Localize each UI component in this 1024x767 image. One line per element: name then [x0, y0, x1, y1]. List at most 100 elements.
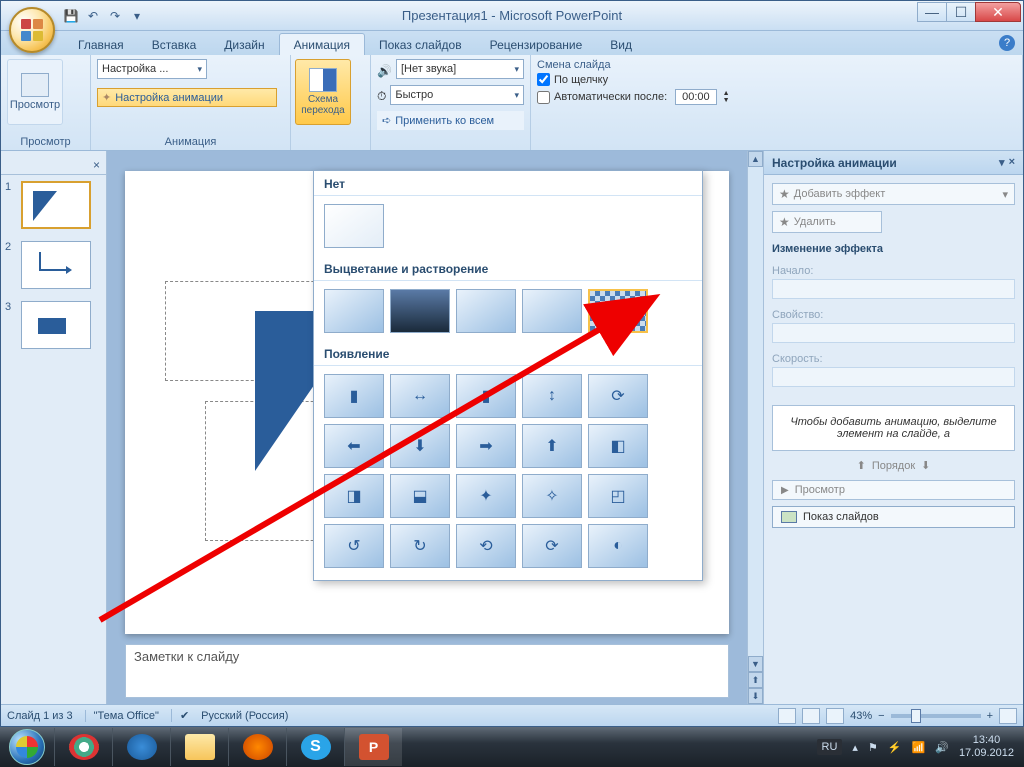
transition-item[interactable]: ⬆	[522, 424, 582, 468]
close-button[interactable]: ✕	[975, 2, 1021, 22]
zoom-slider[interactable]	[891, 714, 981, 718]
save-icon[interactable]: 💾	[61, 6, 81, 26]
tab-slideshow[interactable]: Показ слайдов	[365, 34, 476, 55]
qat-dropdown-icon[interactable]: ▾	[127, 6, 147, 26]
transition-fade-1[interactable]	[324, 289, 384, 333]
transition-item[interactable]: ⟳	[522, 524, 582, 568]
animation-combo-value: Настройка ...	[102, 63, 168, 75]
tab-home[interactable]: Главная	[64, 34, 138, 55]
transition-none[interactable]	[324, 204, 384, 248]
taskbar-ie[interactable]	[112, 728, 170, 766]
slide-thumbnail-2[interactable]: 2	[1, 235, 106, 295]
taskbar-chrome[interactable]	[54, 728, 112, 766]
on-click-checkbox[interactable]: По щелчку	[537, 73, 1016, 86]
slide-thumbnail-3[interactable]: 3	[1, 295, 106, 355]
transition-fade-2[interactable]	[390, 289, 450, 333]
start-combo[interactable]	[772, 279, 1015, 299]
transition-item[interactable]: ▮	[324, 374, 384, 418]
status-spellcheck-icon[interactable]: ✔	[171, 709, 189, 722]
next-slide-icon[interactable]: ⬇	[748, 688, 763, 704]
tray-volume-icon[interactable]: 🔊	[935, 741, 949, 754]
tray-clock[interactable]: 13:40 17.09.2012	[959, 734, 1014, 760]
thumbnail-pane-header: ×	[1, 155, 106, 175]
transition-item[interactable]: ↻	[390, 524, 450, 568]
transition-fade-3[interactable]	[456, 289, 516, 333]
status-language[interactable]: Русский (Россия)	[201, 710, 288, 722]
sound-combo[interactable]: [Нет звука]	[396, 59, 524, 79]
scroll-up-icon[interactable]: ▲	[748, 151, 763, 167]
taskbar-powerpoint[interactable]: P	[344, 728, 402, 766]
transition-fade-4[interactable]	[522, 289, 582, 333]
tab-design[interactable]: Дизайн	[210, 34, 278, 55]
scroll-down-icon[interactable]: ▼	[748, 656, 763, 672]
taskbar-explorer[interactable]	[170, 728, 228, 766]
gallery-section-fade: Выцветание и растворение	[314, 256, 702, 281]
auto-after-checkbox[interactable]: Автоматически после: 00:00 ▲▼	[537, 89, 1016, 105]
transition-item[interactable]: ◰	[588, 474, 648, 518]
transition-scheme-button[interactable]: Схема перехода	[295, 59, 351, 125]
slide-thumbnail-1[interactable]: 1	[1, 175, 106, 235]
start-button[interactable]	[0, 727, 54, 767]
tab-animation[interactable]: Анимация	[279, 33, 365, 55]
notes-pane[interactable]: Заметки к слайду	[125, 644, 729, 698]
remove-effect-button[interactable]: Удалить	[772, 211, 882, 233]
tray-language[interactable]: RU	[817, 739, 843, 755]
order-down-icon[interactable]: ⬇	[921, 459, 930, 472]
tab-review[interactable]: Рецензирование	[476, 34, 597, 55]
tray-network-icon[interactable]: 📶	[912, 741, 926, 754]
animation-combo[interactable]: Настройка ...	[97, 59, 207, 79]
apply-to-all-button[interactable]: ➪ Применить ко всем	[377, 111, 524, 130]
transition-item[interactable]: ✧	[522, 474, 582, 518]
fit-to-window-icon[interactable]	[999, 708, 1017, 724]
zoom-percent[interactable]: 43%	[850, 710, 872, 722]
transition-item[interactable]: ⟳	[588, 374, 648, 418]
view-slideshow-icon[interactable]	[826, 708, 844, 724]
preview-button[interactable]: Просмотр	[7, 59, 63, 125]
slideshow-button[interactable]: Показ слайдов	[772, 506, 1015, 528]
transition-item[interactable]: ⬅	[324, 424, 384, 468]
transition-item[interactable]: ▮	[456, 374, 516, 418]
anim-pane-menu-icon[interactable]: ▾	[999, 156, 1005, 169]
zoom-out-icon[interactable]: −	[878, 710, 884, 722]
transition-item[interactable]: ↔	[390, 374, 450, 418]
transition-item[interactable]: ➡	[456, 424, 516, 468]
anim-pane-close-icon[interactable]: ×	[1009, 156, 1015, 169]
office-button[interactable]	[9, 7, 55, 53]
canvas-scrollbar[interactable]: ▲ ▼ ⬆ ⬇	[747, 151, 763, 704]
property-combo[interactable]	[772, 323, 1015, 343]
view-sorter-icon[interactable]	[802, 708, 820, 724]
order-up-icon[interactable]: ⬆	[857, 459, 866, 472]
taskbar-skype[interactable]: S	[286, 728, 344, 766]
tray-flag-icon[interactable]: ⚑	[868, 741, 878, 754]
auto-after-time[interactable]: 00:00	[675, 89, 717, 105]
undo-icon[interactable]: ↶	[83, 6, 103, 26]
anim-preview-button[interactable]: Просмотр	[772, 480, 1015, 500]
tab-insert[interactable]: Вставка	[138, 34, 211, 55]
view-normal-icon[interactable]	[778, 708, 796, 724]
transition-item[interactable]: ⬓	[390, 474, 450, 518]
maximize-button[interactable]: ☐	[946, 2, 976, 22]
prev-slide-icon[interactable]: ⬆	[748, 672, 763, 688]
tab-view[interactable]: Вид	[596, 34, 646, 55]
transition-dissolve[interactable]	[588, 289, 648, 333]
taskbar-media[interactable]	[228, 728, 286, 766]
thumbnail-close-icon[interactable]: ×	[93, 158, 100, 172]
custom-animation-button[interactable]: ✦ Настройка анимации	[97, 88, 277, 107]
tray-power-icon[interactable]: ⚡	[888, 741, 902, 754]
transition-item[interactable]: ↕	[522, 374, 582, 418]
transition-item[interactable]: ◐	[588, 524, 648, 568]
transition-item[interactable]: ⬇	[390, 424, 450, 468]
zoom-in-icon[interactable]: +	[987, 710, 993, 722]
transition-item[interactable]: ✦	[456, 474, 516, 518]
help-icon[interactable]: ?	[999, 35, 1015, 51]
transition-item[interactable]: ◨	[324, 474, 384, 518]
transition-item[interactable]: ↺	[324, 524, 384, 568]
transition-item[interactable]: ⟲	[456, 524, 516, 568]
anim-speed-combo[interactable]	[772, 367, 1015, 387]
minimize-button[interactable]: —	[917, 2, 947, 22]
tray-show-hidden-icon[interactable]: ▴	[852, 741, 858, 754]
redo-icon[interactable]: ↷	[105, 6, 125, 26]
speed-combo[interactable]: Быстро	[390, 85, 524, 105]
add-effect-button[interactable]: Добавить эффект ▾	[772, 183, 1015, 205]
transition-item[interactable]: ◧	[588, 424, 648, 468]
